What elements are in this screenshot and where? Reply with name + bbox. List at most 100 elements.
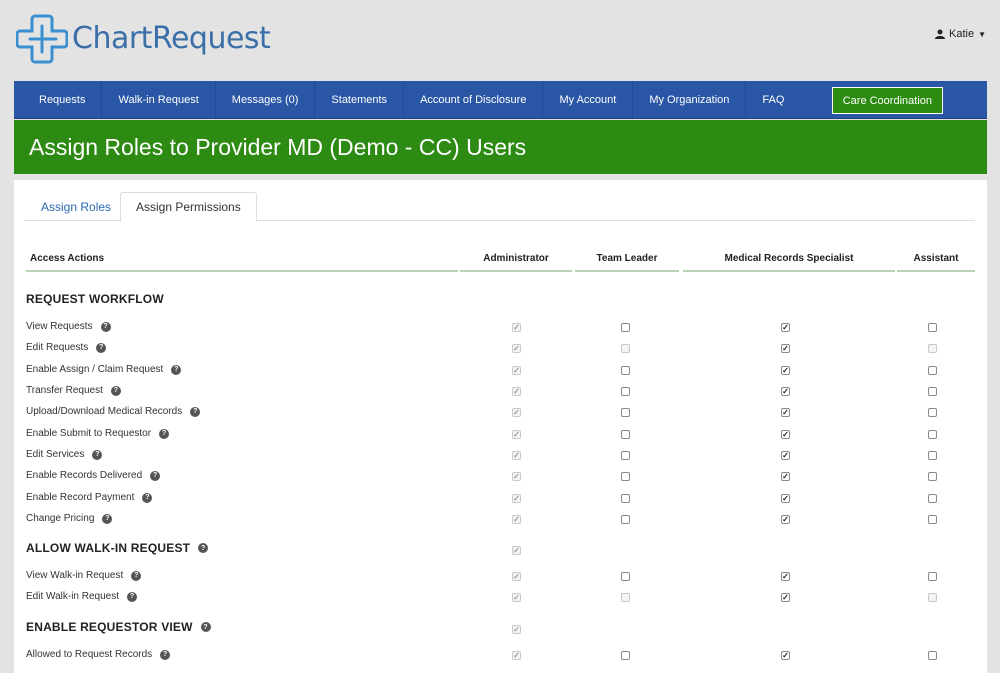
permission-row: View Requests? xyxy=(26,321,111,332)
permission-label: View Walk-in Request xyxy=(26,570,124,581)
checkbox-admin xyxy=(512,408,521,417)
user-name: Katie xyxy=(949,28,975,40)
medical-cross-logo-icon xyxy=(16,14,68,64)
checkbox-assistant[interactable] xyxy=(928,430,937,439)
tab-assign-roles[interactable]: Assign Roles xyxy=(26,192,126,221)
help-icon[interactable]: ? xyxy=(200,622,211,632)
checkbox-medical-records-specialist[interactable] xyxy=(781,387,790,396)
help-icon[interactable]: ? xyxy=(100,321,111,332)
help-icon[interactable]: ? xyxy=(102,513,113,524)
checkbox-assistant[interactable] xyxy=(928,451,937,460)
checkbox-medical-records-specialist[interactable] xyxy=(781,430,790,439)
permission-label: Edit Services xyxy=(26,449,85,460)
help-icon[interactable]: ? xyxy=(92,449,103,460)
permission-label: Enable Assign / Claim Request xyxy=(26,364,164,375)
checkbox-assistant[interactable] xyxy=(928,651,937,660)
user-menu[interactable]: Katie ▼ xyxy=(935,28,986,40)
checkbox-medical-records-specialist[interactable] xyxy=(781,451,790,460)
checkbox-team-leader[interactable] xyxy=(621,366,630,375)
checkbox-team-leader[interactable] xyxy=(621,451,630,460)
permission-row: Edit Services? xyxy=(26,449,103,460)
permission-label: Edit Requests xyxy=(26,342,89,353)
checkbox-team-leader[interactable] xyxy=(621,572,630,581)
checkbox-assistant[interactable] xyxy=(928,572,937,581)
checkbox-admin xyxy=(512,625,521,634)
checkbox-medical-records-specialist[interactable] xyxy=(781,472,790,481)
checkbox-team-leader[interactable] xyxy=(621,430,630,439)
help-icon[interactable]: ? xyxy=(131,570,142,581)
nav-messages[interactable]: Messages (0) xyxy=(216,81,316,118)
help-icon[interactable]: ? xyxy=(171,364,182,375)
checkbox-admin xyxy=(512,323,521,332)
care-coordination-button[interactable]: Care Coordination xyxy=(831,87,943,114)
checkbox-team-leader[interactable] xyxy=(621,323,630,332)
checkbox-team-leader[interactable] xyxy=(621,494,630,503)
section-title: ENABLE REQUESTOR VIEW? xyxy=(26,620,211,634)
column-header-medical-records-specialist: Medical Records Specialist xyxy=(683,246,895,272)
checkbox-assistant[interactable] xyxy=(928,494,937,503)
page-title: Assign Roles to Provider MD (Demo - CC) … xyxy=(14,120,987,174)
checkbox-medical-records-specialist[interactable] xyxy=(781,344,790,353)
section-title: REQUEST WORKFLOW xyxy=(26,292,164,306)
nav-my-organization[interactable]: My Organization xyxy=(633,81,747,118)
permission-label: Enable Submit to Requestor xyxy=(26,428,152,439)
checkbox-team-leader[interactable] xyxy=(621,651,630,660)
tab-assign-permissions[interactable]: Assign Permissions xyxy=(120,192,257,222)
column-header-assistant: Assistant xyxy=(897,246,975,272)
checkbox-medical-records-specialist[interactable] xyxy=(781,593,790,602)
checkbox-team-leader[interactable] xyxy=(621,472,630,481)
checkbox-admin xyxy=(512,472,521,481)
checkbox-admin xyxy=(512,572,521,581)
permission-label: Edit Walk-in Request xyxy=(26,591,119,602)
checkbox-team-leader[interactable] xyxy=(621,515,630,524)
checkbox-medical-records-specialist[interactable] xyxy=(781,515,790,524)
checkbox-medical-records-specialist[interactable] xyxy=(781,494,790,503)
nav-account-of-disclosure[interactable]: Account of Disclosure xyxy=(404,81,544,118)
permission-label: Allowed to Request Records xyxy=(26,649,153,660)
help-icon[interactable]: ? xyxy=(96,342,107,353)
checkbox-team-leader xyxy=(621,593,630,602)
brand-logo[interactable]: ChartRequest xyxy=(16,12,271,64)
nav-my-account[interactable]: My Account xyxy=(543,81,634,118)
help-icon[interactable]: ? xyxy=(142,492,153,503)
permission-label: Enable Records Delivered xyxy=(26,470,143,481)
permission-label: View Requests xyxy=(26,321,93,332)
checkbox-assistant xyxy=(928,344,937,353)
nav-faq[interactable]: FAQ xyxy=(746,81,800,118)
help-icon[interactable]: ? xyxy=(198,543,209,553)
help-icon[interactable]: ? xyxy=(150,470,161,481)
permission-row: Edit Walk-in Request? xyxy=(26,591,137,602)
checkbox-medical-records-specialist[interactable] xyxy=(781,651,790,660)
checkbox-assistant[interactable] xyxy=(928,366,937,375)
checkbox-assistant[interactable] xyxy=(928,387,937,396)
checkbox-admin xyxy=(512,344,521,353)
checkbox-medical-records-specialist[interactable] xyxy=(781,366,790,375)
checkbox-team-leader xyxy=(621,344,630,353)
checkbox-medical-records-specialist[interactable] xyxy=(781,323,790,332)
checkbox-assistant[interactable] xyxy=(928,515,937,524)
section-title-text: REQUEST WORKFLOW xyxy=(26,292,164,306)
help-icon[interactable]: ? xyxy=(159,428,170,439)
permission-row: Enable Assign / Claim Request? xyxy=(26,364,182,375)
checkbox-medical-records-specialist[interactable] xyxy=(781,408,790,417)
nav-requests[interactable]: Requests xyxy=(14,81,103,118)
checkbox-admin xyxy=(512,546,521,555)
main-nav: Requests Walk-in Request Messages (0) St… xyxy=(14,81,987,119)
checkbox-assistant[interactable] xyxy=(928,408,937,417)
checkbox-admin xyxy=(512,430,521,439)
nav-statements[interactable]: Statements xyxy=(315,81,405,118)
checkbox-team-leader[interactable] xyxy=(621,408,630,417)
checkbox-admin xyxy=(512,593,521,602)
help-icon[interactable]: ? xyxy=(160,649,171,660)
help-icon[interactable]: ? xyxy=(110,385,121,396)
checkbox-assistant[interactable] xyxy=(928,472,937,481)
checkbox-admin xyxy=(512,651,521,660)
help-icon[interactable]: ? xyxy=(190,406,201,417)
permission-row: Transfer Request? xyxy=(26,385,121,396)
checkbox-team-leader[interactable] xyxy=(621,387,630,396)
help-icon[interactable]: ? xyxy=(127,591,137,602)
checkbox-medical-records-specialist[interactable] xyxy=(781,572,790,581)
checkbox-assistant[interactable] xyxy=(928,323,937,332)
tab-bar: Assign Roles Assign Permissions xyxy=(24,192,975,222)
nav-walk-in-request[interactable]: Walk-in Request xyxy=(102,81,216,118)
